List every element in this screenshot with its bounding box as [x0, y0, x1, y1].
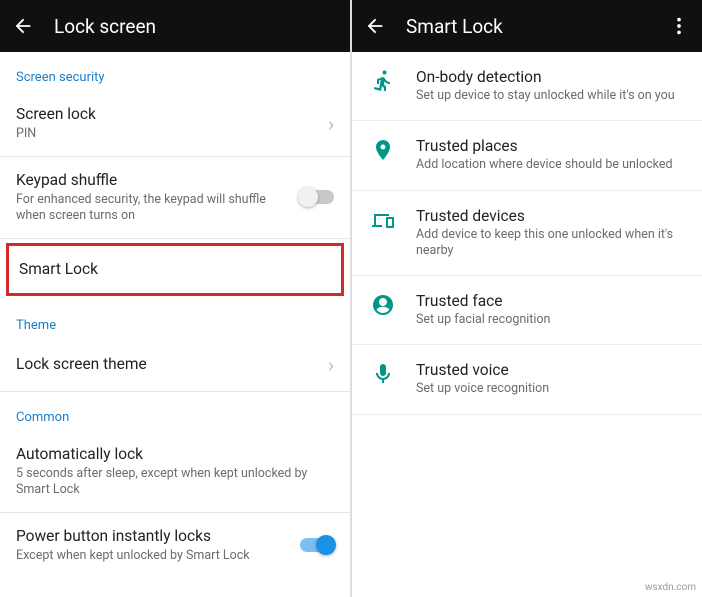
back-icon[interactable] [12, 15, 34, 37]
chevron-right-icon: › [328, 112, 334, 136]
row-trusted-devices[interactable]: Trusted devices Add device to keep this … [352, 191, 702, 277]
topbar-right: Smart Lock [352, 0, 702, 52]
back-icon[interactable] [364, 15, 386, 37]
row-sub: Add device to keep this one unlocked whe… [416, 227, 684, 260]
row-trusted-places[interactable]: Trusted places Add location where device… [352, 121, 702, 190]
chevron-right-icon: › [328, 353, 334, 377]
row-title: Keypad shuffle [16, 171, 288, 190]
content-left: Screen security Screen lock PIN › Keypad… [0, 52, 350, 597]
row-sub: Set up device to stay unlocked while it'… [416, 88, 684, 104]
row-title: Automatically lock [16, 445, 334, 464]
row-keypad-shuffle[interactable]: Keypad shuffle For enhanced security, th… [0, 157, 350, 238]
page-title-right: Smart Lock [406, 15, 503, 38]
toggle-keypad-shuffle[interactable] [300, 190, 334, 204]
row-title: Power button instantly locks [16, 527, 288, 546]
row-trusted-voice[interactable]: Trusted voice Set up voice recognition [352, 345, 702, 414]
divider [0, 238, 350, 239]
row-on-body-detection[interactable]: On-body detection Set up device to stay … [352, 52, 702, 121]
devices-icon [370, 207, 396, 233]
row-title: Trusted voice [416, 361, 684, 379]
toggle-power-lock[interactable] [300, 538, 334, 552]
place-icon [370, 137, 396, 163]
row-lock-screen-theme[interactable]: Lock screen theme › [0, 339, 350, 391]
row-title: Screen lock [16, 105, 316, 124]
lock-screen-pane: Lock screen Screen security Screen lock … [0, 0, 350, 597]
row-title: Trusted places [416, 137, 684, 155]
row-sub: Set up voice recognition [416, 381, 684, 397]
row-sub: Set up facial recognition [416, 312, 684, 328]
row-sub: Except when kept unlocked by Smart Lock [16, 548, 288, 564]
row-smart-lock[interactable]: Smart Lock [6, 243, 344, 296]
row-title: Trusted face [416, 292, 684, 310]
row-power-lock[interactable]: Power button instantly locks Except when… [0, 513, 350, 578]
row-sub: Add location where device should be unlo… [416, 157, 684, 173]
row-title: Smart Lock [19, 260, 331, 279]
row-trusted-face[interactable]: Trusted face Set up facial recognition [352, 276, 702, 345]
row-sub: For enhanced security, the keypad will s… [16, 192, 288, 223]
section-header-common: Common [0, 392, 350, 431]
row-title: On-body detection [416, 68, 684, 86]
topbar-left: Lock screen [0, 0, 350, 52]
more-vert-icon[interactable] [668, 15, 690, 37]
row-title: Lock screen theme [16, 355, 316, 374]
section-header-security: Screen security [0, 52, 350, 91]
row-sub: 5 seconds after sleep, except when kept … [16, 466, 334, 497]
content-right: On-body detection Set up device to stay … [352, 52, 702, 597]
row-screen-lock[interactable]: Screen lock PIN › [0, 91, 350, 156]
row-title: Trusted devices [416, 207, 684, 225]
walk-icon [370, 68, 396, 94]
smart-lock-pane: Smart Lock On-body detection Set up devi… [352, 0, 702, 597]
row-auto-lock[interactable]: Automatically lock 5 seconds after sleep… [0, 431, 350, 512]
row-sub: PIN [16, 126, 316, 142]
page-title-left: Lock screen [54, 15, 156, 38]
mic-icon [370, 361, 396, 387]
section-header-theme: Theme [0, 300, 350, 339]
face-icon [370, 292, 396, 318]
